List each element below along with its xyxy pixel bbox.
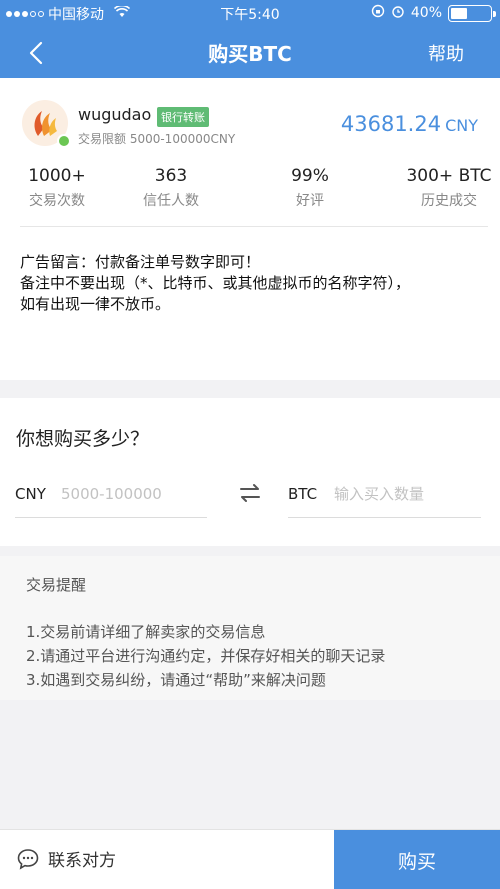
stat-label: 信任人数 <box>143 193 199 209</box>
buy-question: 你想购买多少？ <box>16 428 150 450</box>
trade-reminder: 交易提醒 1.交易前请详细了解卖家的交易信息 2.请通过平台进行沟通约定，并保存… <box>0 556 500 700</box>
seller-card: wugudao 银行转账 交易限额 5000-100000CNY 43681.2… <box>0 78 500 380</box>
reminder-item: 3.如遇到交易纠纷，请通过“帮助”来解决问题 <box>26 671 326 689</box>
reminder-list: 1.交易前请详细了解卖家的交易信息 2.请通过平台进行沟通约定，并保存好相关的聊… <box>26 620 385 692</box>
stat-label: 好评 <box>296 193 324 209</box>
btc-label: BTC <box>288 485 318 503</box>
ad-notes: 广告留言：付款备注单号数字即可！ 备注中不要出现（*、比特币、或其他虚拟币的名称… <box>20 252 490 315</box>
stat-value: 363 <box>154 166 188 186</box>
chat-bubble-icon <box>17 848 39 870</box>
nav-bar: 购买BTC 帮助 <box>0 26 500 78</box>
contact-button[interactable]: 联系对方 <box>16 846 116 871</box>
stat-rating: 99% 好评 <box>250 166 370 210</box>
alarm-icon <box>391 4 405 22</box>
battery-percent: 40% <box>410 5 442 21</box>
online-status-dot <box>57 134 71 148</box>
stat-value: 99% <box>291 166 329 186</box>
header: 中国移动 下午5:40 40% 购买BTC 帮助 <box>0 0 500 78</box>
stat-value: 300+ BTC <box>406 166 492 186</box>
cny-label: CNY <box>15 485 46 503</box>
payment-method-badge: 银行转账 <box>157 107 209 127</box>
trade-limit: 交易限额 5000-100000CNY <box>78 132 236 146</box>
cny-amount-input[interactable] <box>61 483 201 505</box>
avatar[interactable] <box>22 100 71 148</box>
price-currency: CNY <box>445 116 478 135</box>
contact-label: 联系对方 <box>48 851 116 871</box>
ad-note-line: 备注中不要出现（*、比特币、或其他虚拟币的名称字符）， <box>20 274 411 292</box>
price-display: 43681.24 CNY <box>341 112 478 136</box>
reminder-item: 1.交易前请详细了解卖家的交易信息 <box>26 623 266 641</box>
help-button[interactable]: 帮助 <box>428 40 464 66</box>
cny-field: CNY <box>15 483 207 518</box>
stat-label: 交易次数 <box>29 193 85 209</box>
btc-field: BTC <box>288 483 481 518</box>
status-right: 40% <box>371 4 496 22</box>
ad-note-line: 广告留言：付款备注单号数字即可！ <box>20 253 261 271</box>
swap-arrows-icon <box>240 484 260 502</box>
stat-value: 1000+ <box>28 166 86 186</box>
reminder-item: 2.请通过平台进行沟通约定，并保存好相关的聊天记录 <box>26 647 386 665</box>
ad-note-line: 如有出现一律不放币。 <box>20 295 171 313</box>
stat-trades: 1000+ 交易次数 <box>0 166 117 210</box>
battery-icon <box>448 4 496 22</box>
divider <box>20 226 488 227</box>
page-title: 购买BTC <box>208 42 292 66</box>
buy-amount-section: 你想购买多少？ CNY BTC <box>0 398 500 546</box>
stat-label: 历史成交 <box>421 193 477 209</box>
buy-button[interactable]: 购买 <box>334 830 500 889</box>
reminder-title: 交易提醒 <box>26 576 87 594</box>
stat-history: 300+ BTC 历史成交 <box>389 166 500 210</box>
lock-rotation-icon <box>371 4 385 22</box>
price-value: 43681.24 <box>340 112 442 136</box>
seller-stats: 1000+ 交易次数 363 信任人数 99% 好评 300+ BTC 历史成交 <box>0 166 500 214</box>
stat-trusted: 363 信任人数 <box>111 166 231 210</box>
seller-name[interactable]: wugudao <box>78 105 151 124</box>
bottom-bar: 联系对方 购买 <box>0 829 500 889</box>
btc-amount-input[interactable] <box>334 483 479 505</box>
swap-button[interactable] <box>238 482 262 504</box>
status-bar: 中国移动 下午5:40 40% <box>0 0 500 26</box>
